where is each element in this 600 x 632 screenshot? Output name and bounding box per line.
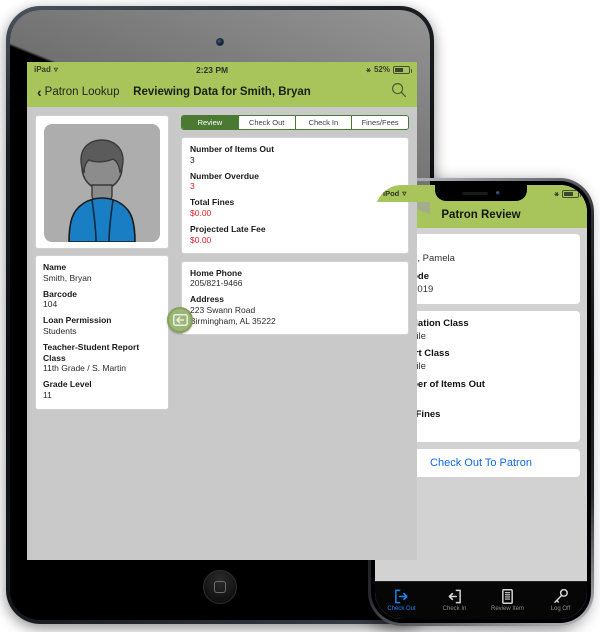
patron-field: Barcode 00000019 <box>391 271 571 296</box>
field-value: 3 <box>190 154 195 165</box>
wifi-icon: ▿ <box>53 64 58 74</box>
ipad-status-bar: iPad ▿ 2:23 PM ⚹ 52% <box>27 62 417 77</box>
patron-field: Total Fines $0.00 <box>391 409 571 434</box>
field-label: Total Fines <box>391 408 441 420</box>
patron-field: Name Banks, Pamela <box>391 241 571 266</box>
field-value: 205/821-9466 <box>190 278 243 289</box>
segmented-control[interactable]: Review Check Out Check In Fines/Fees <box>181 115 409 130</box>
field-value: 223 Swann Road Birmingham, AL 35222 <box>190 304 276 327</box>
battery-icon <box>393 65 412 74</box>
field-value: 11th Grade / S. Martin <box>43 363 126 374</box>
field-label: Report Class <box>391 348 450 360</box>
earpiece-speaker-icon <box>461 191 488 195</box>
tab-label: Check Out <box>387 605 416 612</box>
search-icon[interactable] <box>391 82 407 103</box>
patron-detail-pane: Name Smith, Bryan Barcode 104 Loan Permi… <box>27 107 175 560</box>
patron-field: Grade Level 11 <box>43 379 161 401</box>
tab-check-out[interactable]: Check Out <box>238 116 296 129</box>
review-field: Total Fines $0.00 <box>190 197 400 219</box>
bluetooth-icon: ⚹ <box>366 64 371 74</box>
ipad-main-body: Name Smith, Bryan Barcode 104 Loan Permi… <box>27 107 417 560</box>
patron-field: Number of Items Out 0 <box>391 379 571 404</box>
tab-review[interactable]: Review <box>182 116 239 129</box>
tab-check-out[interactable]: Check Out <box>378 588 426 612</box>
field-value: 104 <box>43 299 58 310</box>
field-label: Grade Level <box>43 379 92 390</box>
ipad-battery-percent: 52% <box>373 65 390 74</box>
field-label: Home Phone <box>190 267 242 278</box>
review-field: Number of Items Out 3 <box>190 144 400 166</box>
patron-field: Loan Permission Students <box>43 315 161 337</box>
field-value: Smith, Bryan <box>43 272 92 283</box>
ipad-carrier-label: iPad <box>34 65 51 74</box>
tab-label: Review Item <box>490 605 524 612</box>
ipad-device: iPad ▿ 2:23 PM ⚹ 52% ‹ Patron Lookup Rev… <box>6 6 434 624</box>
back-button-label: Patron Lookup <box>44 86 120 98</box>
patron-field: Name Smith, Bryan <box>43 262 161 284</box>
tab-fines-fees[interactable]: Fines/Fees <box>352 116 408 129</box>
field-value: Students <box>43 325 77 336</box>
tab-label: Check In <box>442 605 467 612</box>
field-value: $0.00 <box>190 207 212 218</box>
field-label: Name <box>43 262 67 272</box>
field-label: Name <box>391 241 571 253</box>
patron-info-card: Name Smith, Bryan Barcode 104 Loan Permi… <box>35 255 169 410</box>
ipad-clock: 2:23 PM <box>195 64 229 75</box>
field-label: Circulation Class <box>391 318 469 330</box>
field-value: Banks, Pamela <box>391 253 455 265</box>
field-value: Juvenile <box>391 361 571 374</box>
field-label: Teacher-Student Report Class <box>43 342 140 363</box>
iphone-tab-bar[interactable]: Check Out Check In Review Item Log Off <box>375 581 587 619</box>
field-label: Barcode <box>391 271 571 283</box>
field-value: 3 <box>190 181 195 192</box>
field-value: 11 <box>43 389 52 400</box>
screenshot-stage: iPad ▿ 2:23 PM ⚹ 52% ‹ Patron Lookup Rev… <box>0 0 600 632</box>
tab-review-item[interactable]: Review Item <box>484 588 532 612</box>
field-label: Number Overdue <box>190 170 259 181</box>
field-label: Number of Items Out <box>391 378 485 390</box>
tab-label: Log Off <box>550 605 571 612</box>
collapse-panel-button[interactable] <box>167 307 193 333</box>
field-label: Number of Items Out <box>190 144 275 154</box>
review-pane: Review Check Out Check In Fines/Fees Num… <box>175 107 417 560</box>
field-label: Projected Late Fee <box>190 224 266 235</box>
ipad-nav-bar: ‹ Patron Lookup Reviewing Data for Smith… <box>27 77 417 107</box>
patron-field: Teacher-Student Report Class 11th Grade … <box>43 342 161 374</box>
field-label: Total Fines <box>190 197 235 208</box>
field-value: $0.00 <box>190 234 212 245</box>
chevron-left-icon: ‹ <box>37 83 42 100</box>
contact-field: Home Phone 205/821-9466 <box>190 268 400 290</box>
review-field: Number Overdue 3 <box>190 171 400 193</box>
ipad-front-camera-icon <box>216 38 224 46</box>
battery-icon <box>562 189 581 198</box>
ipad-screen: iPad ▿ 2:23 PM ⚹ 52% ‹ Patron Lookup Rev… <box>27 62 417 560</box>
tab-check-in[interactable]: Check In <box>295 116 353 129</box>
field-label: Address <box>190 294 225 305</box>
field-value: $0.00 <box>391 421 571 434</box>
contact-field: Address 223 Swann Road Birmingham, AL 35… <box>190 294 400 327</box>
field-value: 0 <box>391 391 571 404</box>
contact-card: Home Phone 205/821-9466 Address 223 Swan… <box>181 260 409 336</box>
patron-field: Circulation Class Juvenile <box>391 318 571 343</box>
patron-photo <box>44 124 160 242</box>
field-label: Loan Permission <box>43 315 112 326</box>
ipad-bezel: iPad ▿ 2:23 PM ⚹ 52% ‹ Patron Lookup Rev… <box>10 10 430 620</box>
ipad-home-button[interactable] <box>203 570 237 604</box>
patron-field: Barcode 104 <box>43 289 161 311</box>
patron-field: Report Class Juvenile <box>391 348 571 373</box>
tab-log-off[interactable]: Log Off <box>537 588 585 612</box>
iphone-notch <box>435 185 527 201</box>
tab-check-in[interactable]: Check In <box>431 588 479 612</box>
patron-photo-card <box>35 115 169 249</box>
field-label: Barcode <box>43 288 78 299</box>
review-field: Projected Late Fee $0.00 <box>190 224 400 246</box>
back-button[interactable]: ‹ Patron Lookup <box>37 83 120 100</box>
front-camera-icon <box>495 190 501 196</box>
field-value: Juvenile <box>391 331 571 344</box>
field-value: 00000019 <box>391 284 571 297</box>
